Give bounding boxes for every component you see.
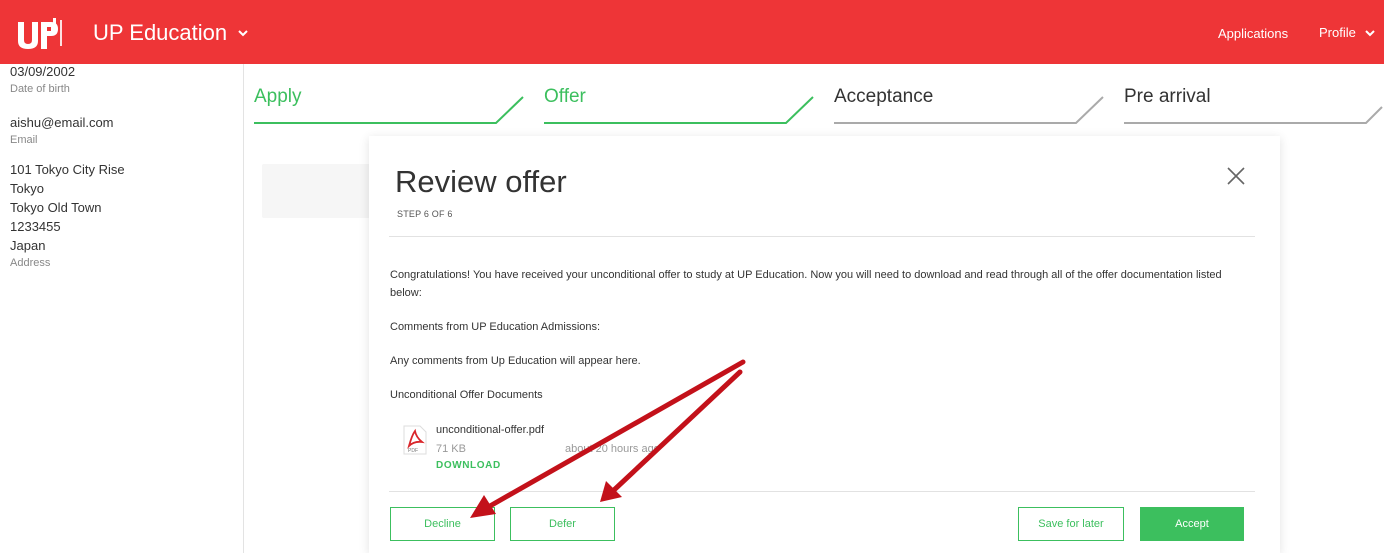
step-apply-underline [254, 96, 524, 124]
top-header: UP Education Applications Profile [0, 0, 1384, 64]
modal-step-indicator: STEP 6 OF 6 [397, 209, 453, 219]
pdf-icon: PDF [403, 425, 427, 455]
address-line: Tokyo [10, 181, 44, 196]
svg-text:PDF: PDF [408, 448, 418, 454]
close-icon[interactable] [1226, 166, 1246, 186]
document-file-name[interactable]: unconditional-offer.pdf [436, 424, 544, 436]
step-offer-underline [544, 96, 814, 124]
save-for-later-button[interactable]: Save for later [1018, 507, 1124, 541]
offer-message-line: below: [390, 287, 422, 299]
nav-profile-menu[interactable]: Profile [1319, 25, 1376, 40]
divider [389, 236, 1255, 237]
step-acceptance-underline [834, 96, 1104, 124]
document-uploaded-time: about 20 hours ago [565, 443, 660, 455]
applicant-sidebar: 03/09/2002 Date of birth aishu@email.com… [0, 64, 244, 553]
email-label: Email [10, 134, 38, 146]
date-of-birth-label: Date of birth [10, 83, 70, 95]
nav-applications-link[interactable]: Applications [1218, 26, 1288, 41]
step-acceptance[interactable]: Acceptance [834, 64, 1124, 128]
documents-heading: Unconditional Offer Documents [390, 389, 543, 401]
modal-title: Review offer [395, 164, 567, 199]
defer-button[interactable]: Defer [510, 507, 615, 541]
download-link[interactable]: DOWNLOAD [436, 460, 501, 471]
address-line: Tokyo Old Town [10, 200, 102, 215]
decline-button[interactable]: Decline [390, 507, 495, 541]
step-offer[interactable]: Offer [544, 64, 834, 128]
divider [389, 491, 1255, 492]
chevron-down-icon [1365, 29, 1375, 36]
address-line: 101 Tokyo City Rise [10, 162, 125, 177]
brand-menu[interactable]: UP Education [93, 20, 249, 46]
address-line: Japan [10, 238, 46, 253]
email-value: aishu@email.com [10, 115, 114, 130]
step-pre-arrival-underline [1124, 106, 1383, 124]
brand-title: UP Education [93, 20, 228, 45]
step-apply[interactable]: Apply [254, 64, 544, 128]
comments-body: Any comments from Up Education will appe… [390, 355, 641, 367]
review-offer-modal: Review offer STEP 6 OF 6 Congratulations… [369, 136, 1280, 553]
nav-profile-label: Profile [1319, 25, 1356, 40]
comments-heading: Comments from UP Education Admissions: [390, 321, 601, 333]
chevron-down-icon [238, 30, 248, 37]
accept-button[interactable]: Accept [1140, 507, 1244, 541]
address-line: 1233455 [10, 219, 61, 234]
address-label: Address [10, 257, 51, 269]
offer-message-line: Congratulations! You have received your … [390, 269, 1222, 281]
date-of-birth-value: 03/09/2002 [10, 64, 76, 79]
step-pre-arrival[interactable]: Pre arrival [1124, 64, 1384, 128]
document-file-size: 71 KB [436, 443, 466, 455]
up-education-logo[interactable] [14, 14, 66, 52]
